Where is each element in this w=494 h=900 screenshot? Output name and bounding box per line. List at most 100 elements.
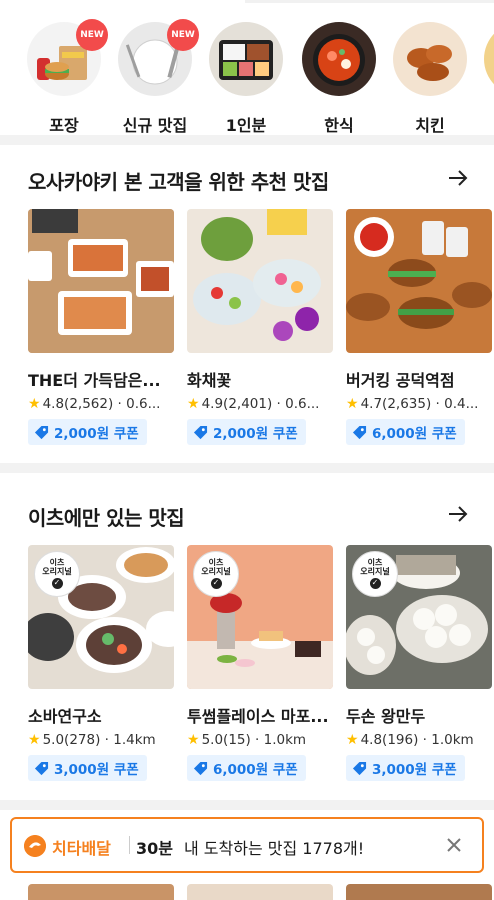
category-label: 신규 맛집 <box>122 116 188 134</box>
tag-icon <box>352 761 367 775</box>
category-label: 포장 <box>49 116 79 134</box>
review-count: (2,401) <box>223 396 273 412</box>
category-more-peek[interactable] <box>483 22 494 96</box>
restaurant-card[interactable]: 이츠 오리지널 ✓ 소바연구소 ★ 5.0 (278) · 1.4km 3,00… <box>28 545 174 781</box>
restaurant-name: 화채꽃 <box>187 371 232 390</box>
new-badge: NEW <box>76 19 108 51</box>
food-photo: 이츠 오리지널 ✓ <box>346 545 492 689</box>
cheetah-delivery-banner[interactable]: 치타배달 30분 내 도착하는 맛집 1778개! <box>10 817 484 873</box>
restaurant-card[interactable]: 이츠 오리지널 ✓ 두손 왕만두 ★ 4.8 (196) · 1.0km 3,0… <box>346 545 492 781</box>
restaurant-card[interactable]: 버거킹 공덕역점 ★ 4.7 (2,635) · 0.4... 6,000원 쿠… <box>346 209 492 445</box>
restaurant-meta: ★ 4.7 (2,635) · 0.4... <box>346 396 492 412</box>
banner-message: 내 도착하는 맛집 1778개! <box>184 839 365 858</box>
restaurant-meta: ★ 4.8 (2,562) · 0.6... <box>28 396 174 412</box>
coupon-text: 3,000원 쿠폰 <box>372 762 457 778</box>
section-title: 오사카야키 본 고객을 위한 추천 맛집 <box>28 170 329 194</box>
food-photo: 이츠 오리지널 ✓ <box>28 545 174 689</box>
star-icon: ★ <box>346 732 359 748</box>
category-row: NEW 포장 NEW 신규 맛집 1인분 한식 치킨 <box>0 12 494 134</box>
badge-line: 오리지널 <box>201 566 231 576</box>
review-count: (278) <box>64 732 101 748</box>
review-count: (15) <box>223 732 251 748</box>
meta-separator: · <box>431 396 445 412</box>
restaurant-name: 투썸플레이스 마포... <box>187 707 329 726</box>
category-label: 1인분 <box>225 116 267 134</box>
coupon-badge: 3,000원 쿠폰 <box>28 755 147 781</box>
restaurant-meta: ★ 5.0 (278) · 1.4km <box>28 732 174 748</box>
food-photo <box>28 209 174 353</box>
top-progress-line <box>0 0 494 3</box>
star-icon: ★ <box>187 732 200 748</box>
check-icon: ✓ <box>210 578 222 590</box>
restaurant-card[interactable]: THE더 가득담은... ★ 4.8 (2,562) · 0.6... 2,00… <box>28 209 174 445</box>
star-icon: ★ <box>28 396 41 412</box>
coupon-badge: 6,000원 쿠폰 <box>187 755 306 781</box>
food-photo <box>187 209 333 353</box>
coupon-text: 2,000원 쿠폰 <box>213 426 298 442</box>
eats-original-badge: 이츠 오리지널 ✓ <box>34 551 80 597</box>
tag-icon <box>34 761 49 775</box>
coupon-text: 6,000원 쿠폰 <box>372 426 457 442</box>
banner-time: 30분 <box>136 839 173 858</box>
coupon-text: 2,000원 쿠폰 <box>54 426 139 442</box>
restaurant-name: 두손 왕만두 <box>346 707 426 726</box>
section-divider <box>0 463 494 473</box>
eats-original-badge: 이츠 오리지널 ✓ <box>352 551 398 597</box>
category-korean[interactable]: 한식 <box>301 22 377 134</box>
tag-icon <box>352 425 367 439</box>
restaurant-meta: ★ 4.8 (196) · 1.0km <box>346 732 492 748</box>
coupon-badge: 6,000원 쿠폰 <box>346 419 465 445</box>
coupon-badge: 2,000원 쿠폰 <box>187 419 306 445</box>
food-photo: 이츠 오리지널 ✓ <box>187 545 333 689</box>
distance: 0.4... <box>444 396 479 412</box>
review-count: (2,562) <box>64 396 114 412</box>
restaurant-meta: ★ 5.0 (15) · 1.0km <box>187 732 333 748</box>
section-title: 이츠에만 있는 맛집 <box>28 506 185 530</box>
tag-icon <box>193 761 208 775</box>
category-label: 치킨 <box>415 116 445 134</box>
star-icon: ★ <box>346 396 359 412</box>
meta-separator: · <box>113 396 127 412</box>
distance: 1.4km <box>113 732 156 748</box>
check-icon: ✓ <box>51 578 63 590</box>
new-badge: NEW <box>167 19 199 51</box>
section-divider <box>0 800 494 810</box>
restaurant-card[interactable]: 이츠 오리지널 ✓ 투썸플레이스 마포... ★ 5.0 (15) · 1.0k… <box>187 545 333 781</box>
food-photo <box>346 209 492 353</box>
close-icon[interactable] <box>444 835 464 855</box>
section-divider <box>0 135 494 145</box>
category-single-portion[interactable]: 1인분 <box>208 22 284 134</box>
category-label: 한식 <box>324 116 354 134</box>
next-row-peek <box>28 884 494 900</box>
cheetah-logo-icon <box>24 835 46 857</box>
stew-icon <box>302 22 376 96</box>
coupon-text: 6,000원 쿠폰 <box>213 762 298 778</box>
arrow-right-icon[interactable] <box>446 502 470 526</box>
star-icon: ★ <box>187 396 200 412</box>
restaurant-name: 버거킹 공덕역점 <box>346 371 455 390</box>
restaurant-name: 소바연구소 <box>28 707 102 726</box>
arrow-right-icon[interactable] <box>446 166 470 190</box>
review-count: (196) <box>382 732 419 748</box>
badge-line: 오리지널 <box>360 566 390 576</box>
coupon-badge: 3,000원 쿠폰 <box>346 755 465 781</box>
coupon-badge: 2,000원 쿠폰 <box>28 419 147 445</box>
rating: 4.9 <box>201 396 224 412</box>
meta-separator: · <box>250 732 264 748</box>
meta-separator: · <box>100 732 114 748</box>
coupon-text: 3,000원 쿠폰 <box>54 762 139 778</box>
eats-original-badge: 이츠 오리지널 ✓ <box>193 551 239 597</box>
rating: 5.0 <box>201 732 224 748</box>
banner-separator <box>129 836 130 854</box>
restaurant-card[interactable]: 화채꽃 ★ 4.9 (2,401) · 0.6... 2,000원 쿠폰 <box>187 209 333 445</box>
category-takeout[interactable]: NEW 포장 <box>26 19 108 134</box>
restaurant-meta: ★ 4.9 (2,401) · 0.6... <box>187 396 333 412</box>
review-count: (2,635) <box>382 396 432 412</box>
category-new-restaurants[interactable]: NEW 신규 맛집 <box>117 19 199 134</box>
category-chicken[interactable]: 치킨 <box>392 22 468 134</box>
distance: 0.6... <box>285 396 320 412</box>
tag-icon <box>193 425 208 439</box>
lunchbox-icon <box>209 22 283 96</box>
rating: 4.8 <box>360 732 383 748</box>
distance: 0.6... <box>126 396 161 412</box>
